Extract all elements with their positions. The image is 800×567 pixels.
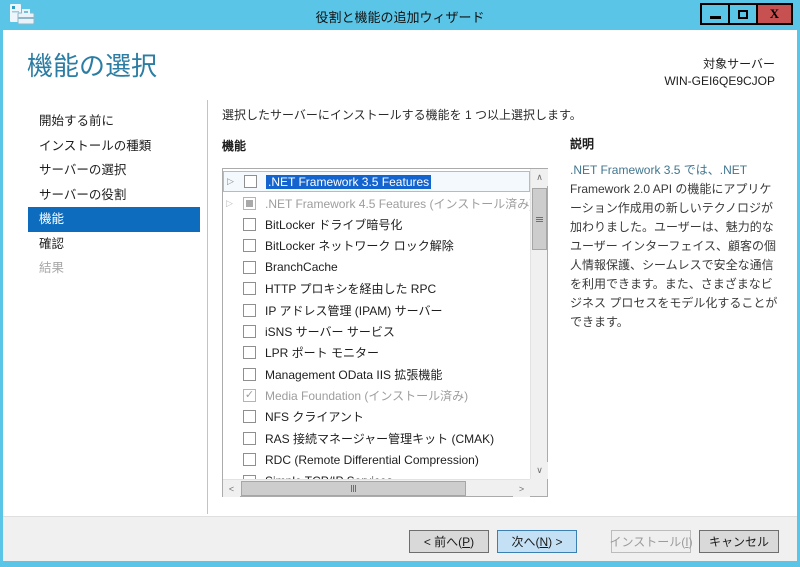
feature-row-13[interactable]: RDC (Remote Differential Compression) [223,449,530,470]
description-heading: 説明 [570,137,595,151]
instruction-text: 選択したサーバーにインストールする機能を 1 つ以上選択します。 [222,108,582,122]
feature-checkbox[interactable] [243,282,256,296]
feature-row-2[interactable]: BitLocker ドライブ暗号化 [223,214,530,235]
scroll-right-button[interactable]: > [513,480,530,497]
wizard-window: 役割と機能の追加ウィザード X 機能の選択 対象サーバー WIN-GEI6QE9… [0,0,800,567]
target-server-label: 対象サーバー [703,57,775,71]
vertical-scrollbar[interactable]: ∧ ∨ [530,169,548,479]
wizard-body: 機能の選択 対象サーバー WIN-GEI6QE9CJOP 開始する前に インストー… [3,30,797,516]
minimize-icon [709,15,721,19]
feature-label[interactable]: RAS 接続マネージャー管理キット (CMAK) [265,430,494,447]
feature-label[interactable]: BitLocker ネットワーク ロック解除 [265,237,454,254]
feature-label[interactable]: Management OData IIS 拡張機能 [265,366,442,383]
feature-checkbox[interactable] [243,217,256,231]
feature-label[interactable]: BitLocker ドライブ暗号化 [265,216,402,233]
feature-row-8[interactable]: LPR ポート モニター [223,342,530,363]
scroll-down-button[interactable]: ∨ [531,462,548,479]
maximize-icon [738,9,748,19]
feature-row-12[interactable]: RAS 接続マネージャー管理キット (CMAK) [223,428,530,449]
feature-list: ▷ .NET Framework 3.5 Features ▷ .NET Framew… [223,169,530,479]
feature-row-0[interactable]: ▷ .NET Framework 3.5 Features [223,171,530,193]
feature-checkbox[interactable] [243,260,256,274]
indeterminate-mark-icon [246,199,253,207]
footer-bar: < 前へ(P) 次へ(N) > インストール(I) キャンセル [3,516,797,561]
sidebar-item-1[interactable]: インストールの種類 [28,134,200,159]
scroll-left-icon: < [228,483,235,494]
feature-checkbox[interactable] [243,453,256,467]
feature-row-14[interactable]: Simple TCP/IP Services [223,470,530,479]
sidebar-item-4[interactable]: 機能 [28,207,200,232]
feature-checkbox[interactable] [243,410,256,424]
minimize-button[interactable] [700,3,730,25]
feature-label[interactable]: Media Foundation (インストール済み) [265,387,468,404]
feature-checkbox[interactable] [243,196,256,210]
feature-row-4[interactable]: BranchCache [223,257,530,278]
vertical-scrollbar-thumb[interactable] [532,188,547,250]
sidebar-list: 開始する前に インストールの種類 サーバーの選択 サーバーの役割 機能 確認結果 [28,109,200,281]
feature-checkbox[interactable] [243,367,256,381]
feature-label[interactable]: .NET Framework 4.5 Features (インストール済み) [265,195,530,212]
feature-label[interactable]: NFS クライアント [265,408,364,425]
install-button[interactable]: インストール(I) [609,530,693,553]
scrollbar-grip-icon [351,485,356,492]
feature-row-9[interactable]: Management OData IIS 拡張機能 [223,364,530,385]
feature-checkbox[interactable] [243,303,256,317]
scroll-up-button[interactable]: ∧ [531,169,548,186]
feature-label[interactable]: BranchCache [265,260,338,274]
feature-row-6[interactable]: IP アドレス管理 (IPAM) サーバー [223,299,530,320]
scroll-up-icon: ∧ [536,172,543,182]
cancel-button[interactable]: キャンセル [699,530,779,553]
feature-listbox: ▷ .NET Framework 3.5 Features ▷ .NET Framew… [222,168,548,497]
next-button[interactable]: 次へ(N) > [497,530,577,553]
sidebar-item-0[interactable]: 開始する前に [28,109,200,134]
feature-label[interactable]: .NET Framework 3.5 Features [266,174,432,189]
description-text: .NET Framework 3.5 では、.NET Framework 2.0… [570,161,780,332]
feature-checkbox[interactable] [243,324,256,338]
feature-checkbox[interactable] [243,239,256,253]
description-body: Framework 2.0 API の機能にアプリケーション作成用の新しいテクノ… [570,182,778,329]
scrollbar-grip-icon [536,216,543,222]
scroll-right-icon: > [518,483,525,494]
sidebar-item-5[interactable]: 確認 [28,232,200,257]
feature-row-10[interactable]: ✓ Media Foundation (インストール済み) [223,385,530,406]
feature-label[interactable]: LPR ポート モニター [265,344,379,361]
feature-checkbox[interactable] [243,346,256,360]
expand-arrow-icon[interactable]: ▷ [227,176,244,187]
sidebar-item-3[interactable]: サーバーの役割 [28,183,200,208]
scrollbar-corner [530,479,547,496]
nav-divider [207,100,208,514]
close-button[interactable]: X [756,3,793,25]
feature-label[interactable]: IP アドレス管理 (IPAM) サーバー [265,302,442,319]
sidebar-item-6: 結果 [39,261,65,275]
target-server-name: WIN-GEI6QE9CJOP [664,74,775,88]
description-lead: .NET Framework 3.5 では、.NET [570,163,747,177]
target-server: 対象サーバー WIN-GEI6QE9CJOP [664,55,775,88]
feature-checkbox[interactable] [243,431,256,445]
feature-checkbox[interactable] [244,175,257,189]
feature-label[interactable]: iSNS サーバー サービス [265,323,395,340]
maximize-button[interactable] [728,3,758,25]
close-icon: X [769,6,780,21]
feature-list-label: 機能 [222,139,247,153]
page-title: 機能の選択 [27,51,158,81]
feature-label[interactable]: HTTP プロキシを経由した RPC [265,280,436,297]
feature-row-11[interactable]: NFS クライアント [223,406,530,427]
horizontal-scrollbar-thumb[interactable] [241,481,466,496]
feature-row-5[interactable]: HTTP プロキシを経由した RPC [223,278,530,299]
feature-row-3[interactable]: BitLocker ネットワーク ロック解除 [223,235,530,256]
sidebar-item-2[interactable]: サーバーの選択 [28,158,200,183]
scroll-left-button[interactable]: < [223,480,240,497]
expand-arrow-icon[interactable]: ▷ [226,198,243,209]
feature-label[interactable]: RDC (Remote Differential Compression) [265,453,479,467]
window-title: 役割と機能の追加ウィザード [315,10,485,25]
horizontal-scrollbar[interactable]: < > [223,479,530,497]
feature-checkbox[interactable]: ✓ [243,389,256,403]
feature-row-1[interactable]: ▷ .NET Framework 4.5 Features (インストール済み) [223,192,530,213]
back-button[interactable]: < 前へ(P) [409,530,489,553]
feature-row-7[interactable]: iSNS サーバー サービス [223,321,530,342]
scroll-down-icon: ∨ [536,465,543,475]
title-bar: 役割と機能の追加ウィザード X [0,0,800,30]
